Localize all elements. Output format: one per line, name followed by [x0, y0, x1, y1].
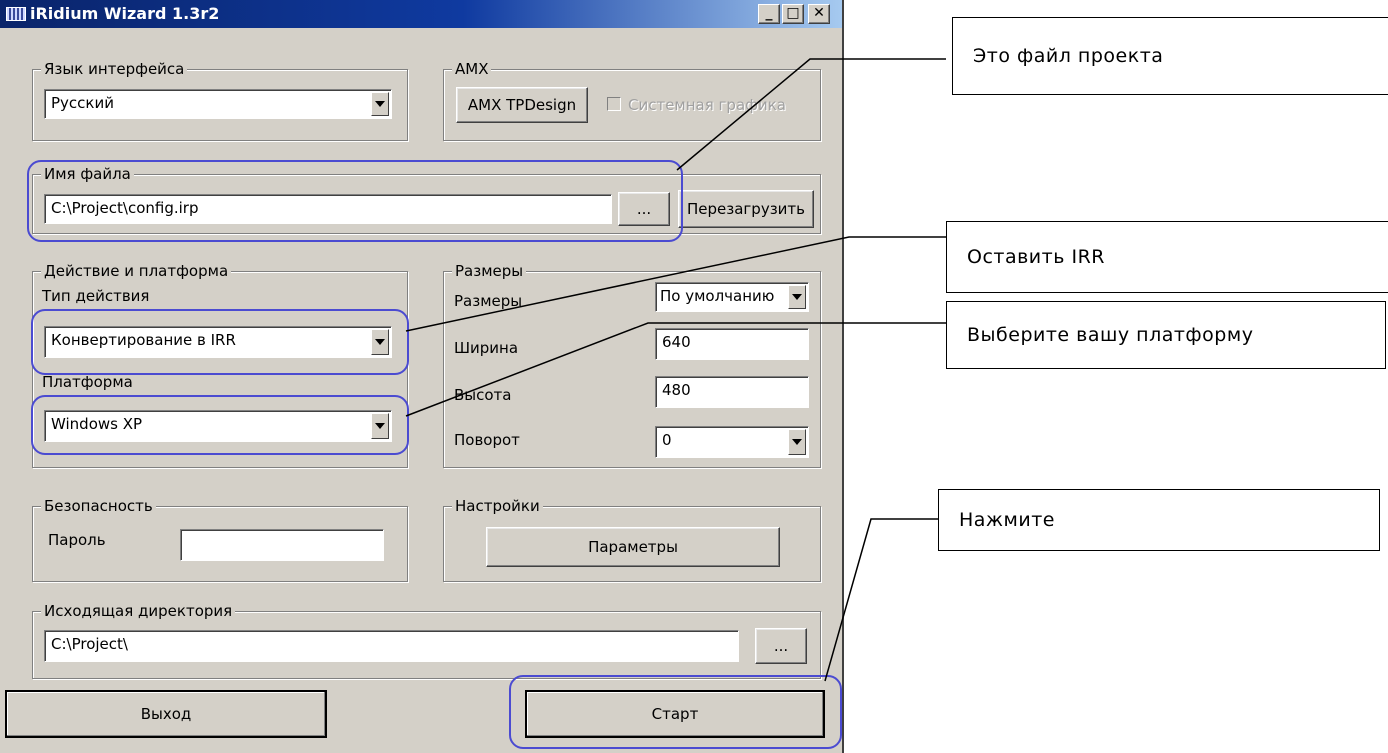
callout-keep-irr: Оставить IRR [946, 221, 1388, 293]
callout-project-file: Это файл проекта [952, 17, 1388, 95]
callout-choose-platform: Выберите вашу платформу [946, 301, 1386, 369]
callout-press: Нажмите [938, 489, 1380, 551]
callout-leader-lines [405, 58, 946, 682]
